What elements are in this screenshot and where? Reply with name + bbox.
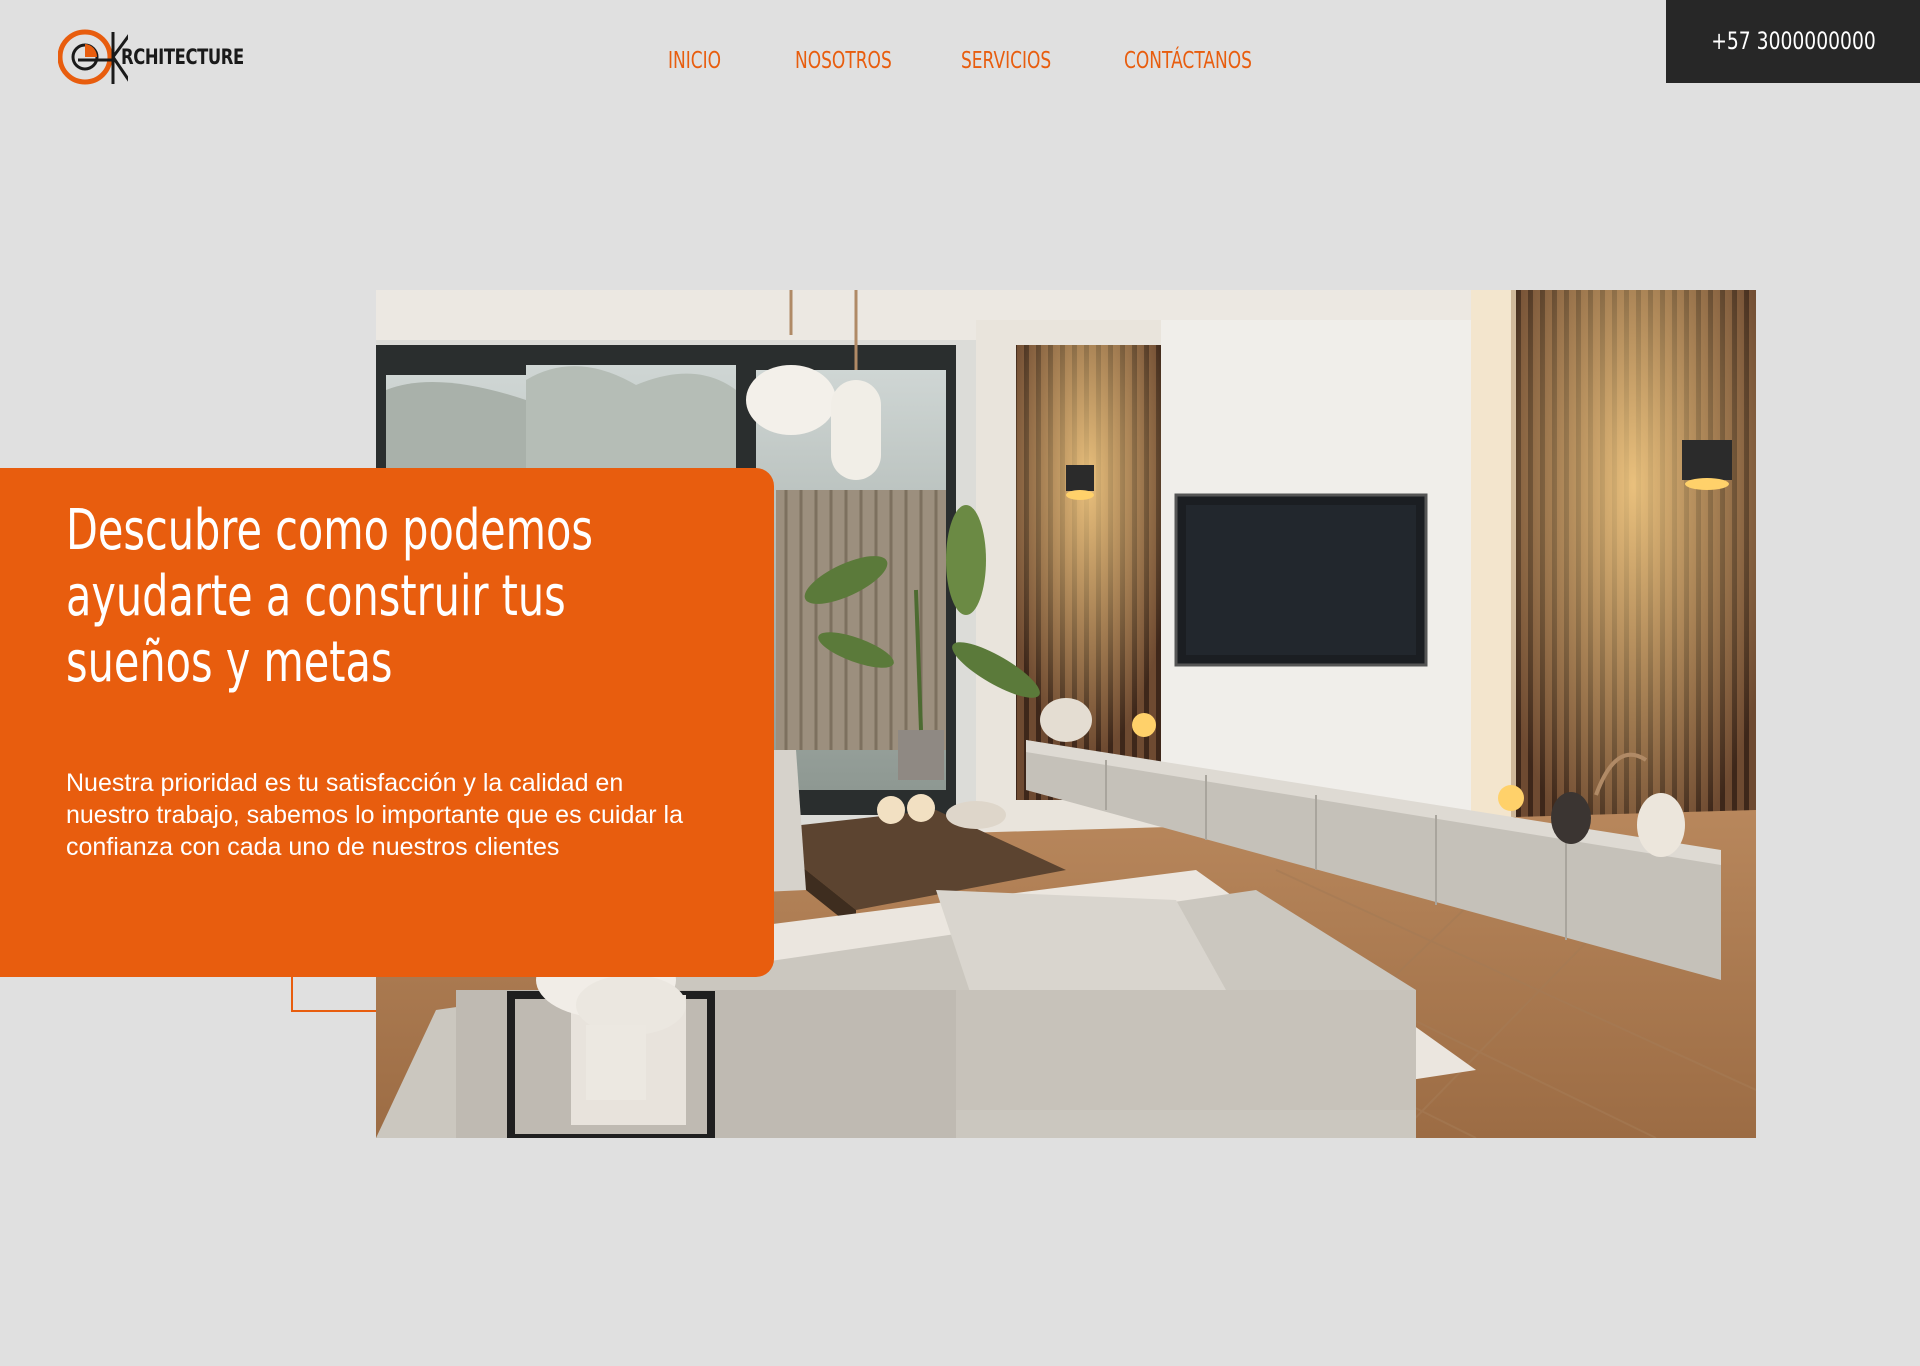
phone-number: +57 3000000000 xyxy=(1710,26,1876,55)
nav-item-inicio[interactable]: INICIO xyxy=(668,48,721,74)
brand-name: RCHITECTURE xyxy=(121,45,244,69)
brand-logo[interactable]: RCHITECTURE xyxy=(58,26,258,86)
nav-item-nosotros[interactable]: NOSOTROS xyxy=(795,48,892,74)
nav-item-servicios[interactable]: SERVICIOS xyxy=(961,48,1051,74)
hero-text-card: Descubre como podemos ayudarte a constru… xyxy=(0,468,774,977)
nav-item-contactanos[interactable]: CONTÁCTANOS xyxy=(1124,48,1252,74)
hero-headline: Descubre como podemos ayudarte a constru… xyxy=(66,498,593,695)
phone-button[interactable]: +57 3000000000 xyxy=(1666,0,1920,83)
hero-description: Nuestra prioridad es tu satisfacción y l… xyxy=(66,769,684,861)
brand-logo-icon xyxy=(58,29,128,85)
